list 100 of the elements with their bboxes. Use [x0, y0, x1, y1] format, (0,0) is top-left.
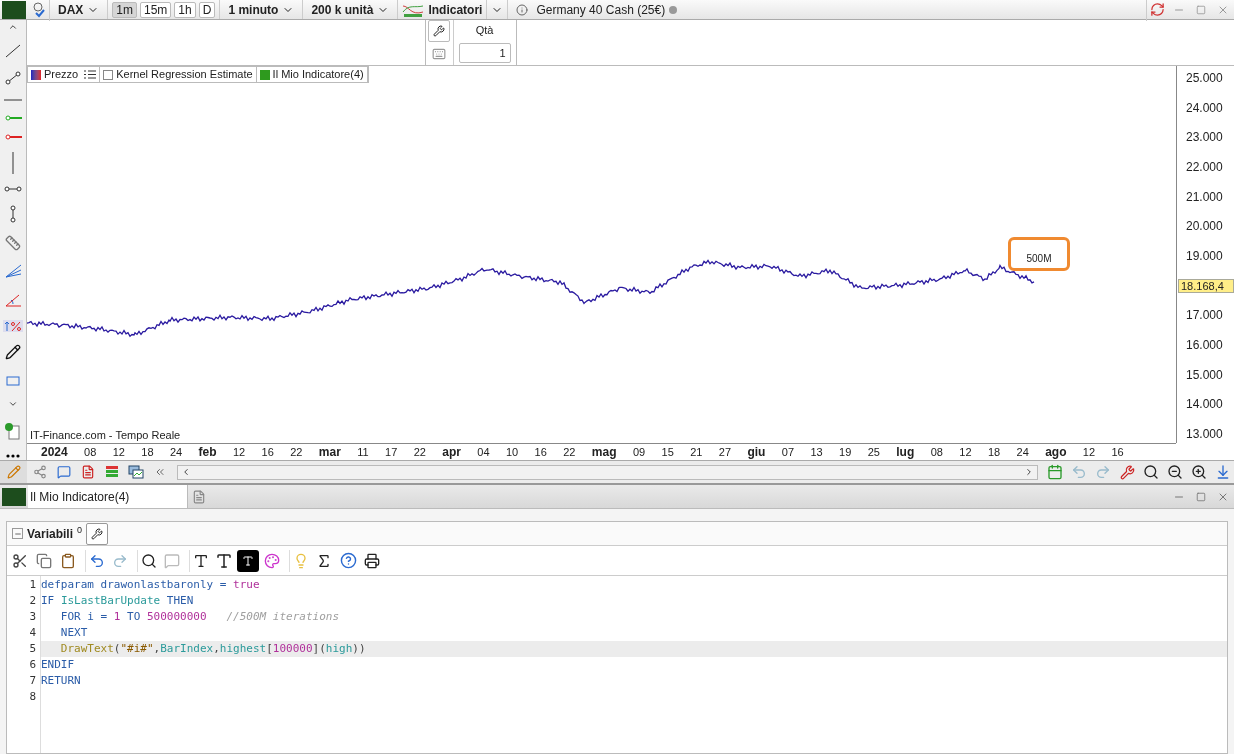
- line-number: 6: [29, 657, 36, 673]
- code-line: ENDIF: [41, 658, 75, 671]
- time-tick-label: 16: [1111, 444, 1124, 460]
- line-number: 1: [29, 577, 36, 593]
- demo-logo-icon: [2, 487, 26, 506]
- timeframe-button[interactable]: 15m: [140, 1, 172, 18]
- code-line: FOR i = 1 TO 500000000 //500M iterations: [59, 610, 340, 623]
- price-swatch-icon: [31, 69, 41, 80]
- scroll-right-icon[interactable]: [1024, 467, 1034, 477]
- current-price-tag: 18.168,4: [1178, 278, 1234, 293]
- legend-label[interactable]: Prezzo: [44, 66, 79, 83]
- line-number: 2: [29, 593, 36, 609]
- quantity-label: Qtà: [475, 23, 494, 39]
- price-tick-label: 19.000: [1185, 248, 1224, 263]
- code-line: defparam drawonlastbaronly = true: [41, 578, 260, 591]
- time-tick-label: 12: [112, 444, 125, 460]
- time-tick-label: 07: [781, 444, 794, 460]
- legend-label[interactable]: Il Mio Indicatore(4): [272, 66, 364, 83]
- time-tick-label: 10: [505, 444, 519, 460]
- alerts-icon: [3, 421, 23, 442]
- collapse-button[interactable]: [12, 528, 23, 539]
- time-tick-label: 25: [867, 444, 880, 460]
- time-tick-label: ago: [1045, 444, 1067, 461]
- symbol-dropdown[interactable]: DAX: [50, 0, 109, 19]
- time-tick-label: 16: [534, 444, 547, 460]
- line-number: 3: [29, 609, 36, 625]
- price-tick-label: 16.000: [1185, 337, 1224, 352]
- quantity-input[interactable]: 1: [458, 42, 511, 63]
- scroll-left-icon[interactable]: [181, 467, 191, 477]
- time-tick-label: 12: [959, 444, 972, 460]
- time-tick-label: lug: [896, 444, 915, 461]
- time-tick-label: 13: [810, 444, 823, 460]
- time-tick-label: 17: [385, 444, 398, 460]
- indicators-button[interactable]: Indicatori: [424, 0, 488, 19]
- time-tick-label: 22: [563, 444, 576, 460]
- source-label: IT-Finance.com - Tempo Reale: [30, 427, 181, 443]
- code-line: RETURN: [41, 674, 81, 687]
- time-tick-label: 2024: [41, 444, 68, 461]
- time-tick-label: 08: [930, 444, 943, 460]
- time-tick-label: mag: [591, 444, 617, 461]
- annotation-label: 500M: [1008, 237, 1070, 271]
- price-tick-label: 20.000: [1185, 219, 1224, 234]
- fan-lines-icon: [4, 263, 22, 280]
- time-tick-label: mar: [318, 444, 341, 461]
- timeframe-button[interactable]: D: [198, 1, 216, 18]
- ray-tool-icon: [4, 115, 22, 122]
- time-tick-label: 08: [84, 444, 97, 460]
- time-tick-label: 24: [169, 444, 183, 460]
- time-tick-label: 24: [1016, 444, 1029, 460]
- line-number: 5: [29, 641, 36, 657]
- time-tick-label: giu: [747, 444, 766, 461]
- time-tick-label: 18: [987, 444, 1001, 460]
- horizontal-scrollbar[interactable]: [177, 464, 1038, 480]
- editor-tab[interactable]: Il Mio Indicatore(4): [28, 485, 188, 508]
- drawing-pencil-icon[interactable]: [0, 461, 27, 483]
- line-number: 4: [29, 625, 36, 641]
- settings-icon[interactable]: [428, 20, 450, 43]
- info-icon: [516, 3, 529, 16]
- pencil-icon: [5, 344, 21, 361]
- ruler-icon: [5, 235, 21, 252]
- price-tick-label: 13.000: [1185, 426, 1224, 441]
- list-icon[interactable]: [84, 70, 97, 79]
- horizontal-line-icon: [4, 97, 22, 104]
- vertical-line-icon: [11, 152, 15, 175]
- checkbox-icon[interactable]: [103, 69, 114, 80]
- price-tick-label: 17.000: [1185, 308, 1224, 323]
- price-tick-label: 14.000: [1185, 397, 1224, 412]
- ray-tool-icon: [4, 133, 22, 140]
- line-number: 8: [29, 689, 36, 705]
- units-dropdown[interactable]: 200 k unità: [303, 0, 399, 19]
- time-tick-label: 16: [261, 444, 274, 460]
- time-tick-label: 19: [839, 444, 852, 460]
- time-tick-label: 11: [357, 444, 369, 460]
- scroll-up-icon: [8, 22, 18, 32]
- time-tick-label: 12: [232, 444, 246, 460]
- code-line: DrawText("#i#",BarIndex,highest[100000](high)): [59, 642, 366, 655]
- variables-label: Variabili: [27, 525, 74, 543]
- more-icon: [6, 453, 20, 458]
- time-tick-label: 15: [661, 444, 674, 460]
- time-tick-label: apr: [442, 444, 461, 461]
- code-line: NEXT: [59, 626, 88, 639]
- demo-logo-icon: [2, 0, 26, 19]
- interval-dropdown[interactable]: 1 minuto: [220, 0, 304, 19]
- horizontal-segment-icon: [4, 186, 22, 193]
- timeframe-button[interactable]: 1m: [112, 1, 137, 18]
- price-tick-label: 23.000: [1185, 130, 1224, 145]
- price-tick-label: 21.000: [1185, 189, 1224, 204]
- timeframe-button[interactable]: 1h: [174, 1, 196, 18]
- time-tick-label: 12: [1082, 444, 1096, 460]
- legend-label[interactable]: Kernel Regression Estimate: [116, 66, 253, 83]
- variables-count: 0: [77, 523, 83, 537]
- font-style-icon[interactable]: [237, 549, 259, 572]
- price-tick-label: 15.000: [1185, 367, 1224, 382]
- time-tick-label: 22: [413, 444, 426, 460]
- code-line: IF IsLastBarUpdate THEN: [41, 594, 194, 607]
- price-tick-label: 24.000: [1185, 100, 1224, 115]
- settings-icon[interactable]: [86, 522, 109, 545]
- instrument-label: Germany 40 Cash (25€): [536, 1, 666, 19]
- time-tick-label: 04: [477, 444, 490, 460]
- price-tick-label: 25.000: [1185, 71, 1224, 85]
